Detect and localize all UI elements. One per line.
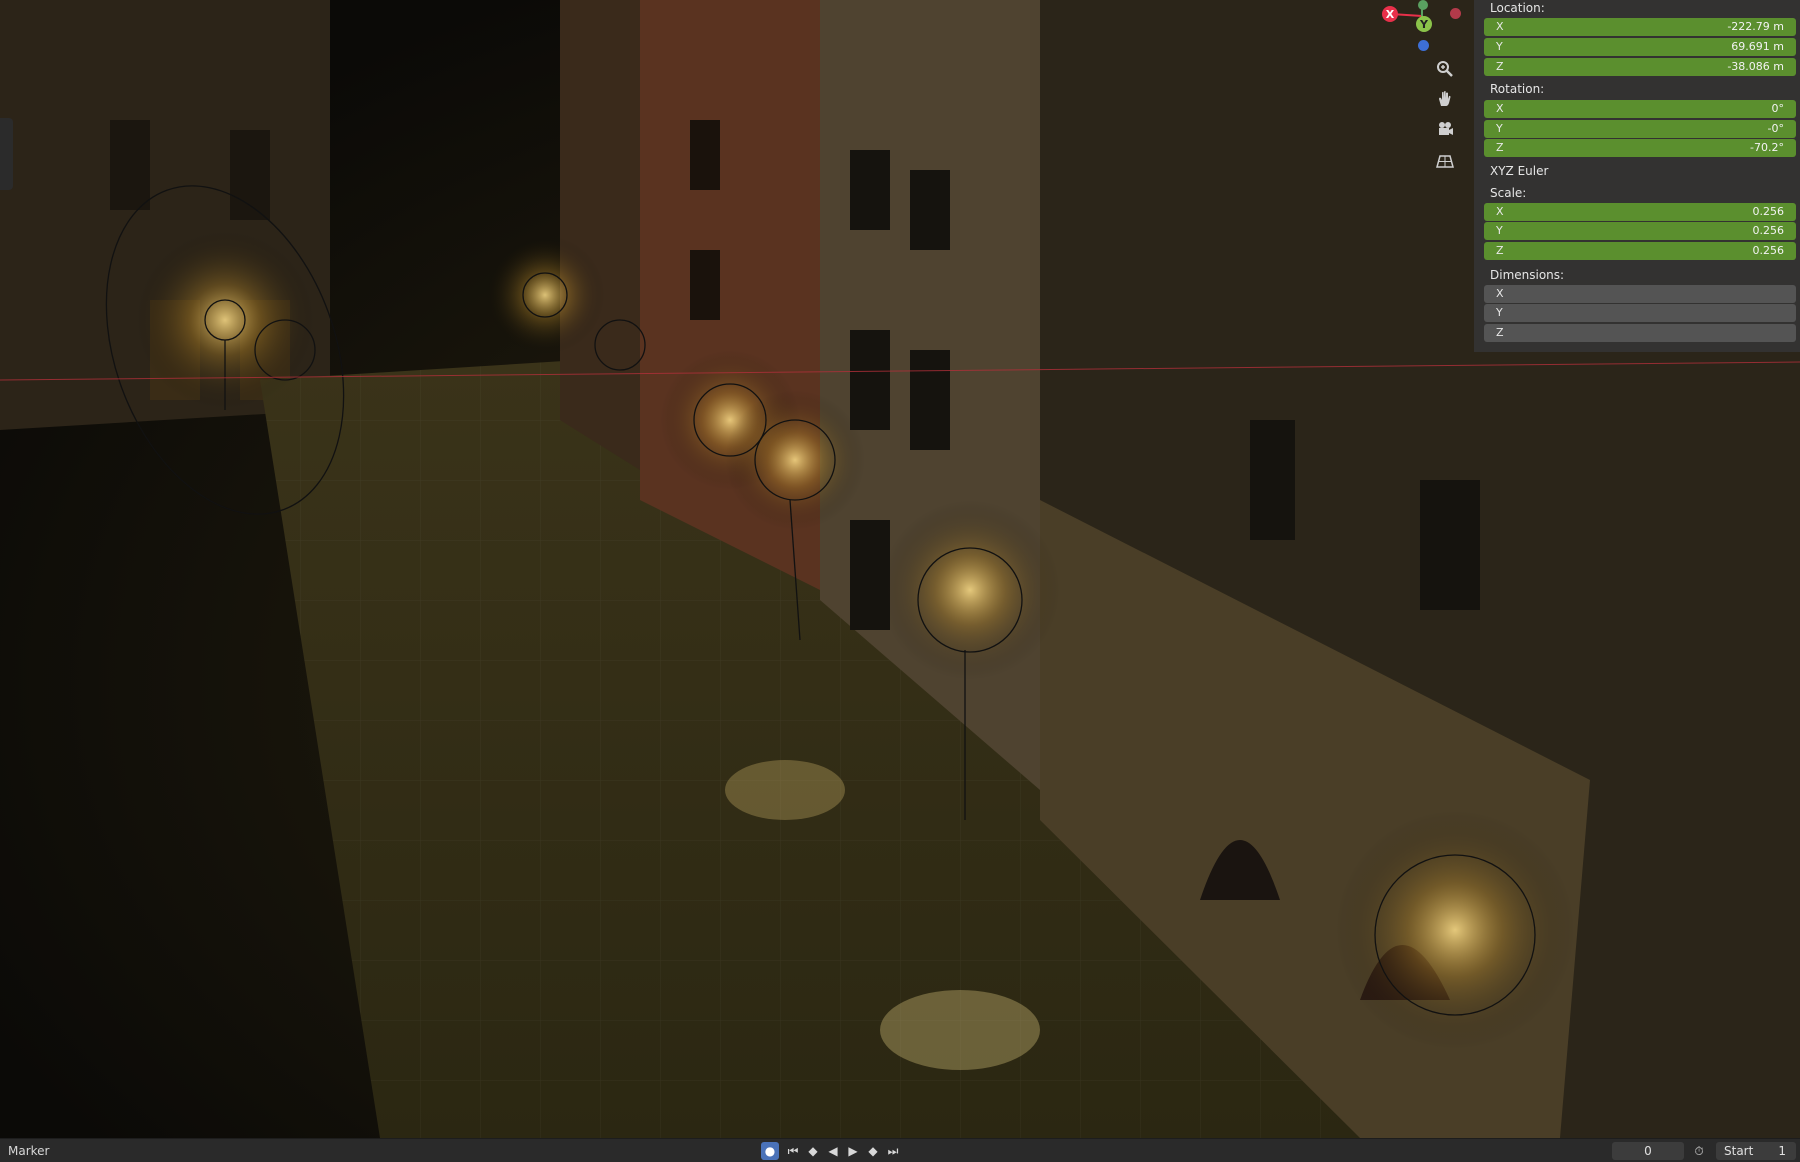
gizmo-z-up-icon[interactable] <box>1418 0 1428 10</box>
timeline-bar: Marker ● ⏮ ◆ ◀ ▶ ◆ ⏭ 0 ⏱ Start 1 <box>0 1138 1800 1162</box>
next-keyframe-icon[interactable]: ◆ <box>864 1142 882 1160</box>
rotation-x-value: 0° <box>1771 102 1785 115</box>
axis-gizmo[interactable]: X Y <box>1378 0 1461 60</box>
axis-label: X <box>1496 102 1504 115</box>
prev-keyframe-icon[interactable]: ◆ <box>804 1142 822 1160</box>
dimensions-x-field[interactable]: X <box>1484 285 1796 303</box>
location-x-value: -222.79 m <box>1727 20 1784 33</box>
dimensions-z-field[interactable]: Z <box>1484 324 1796 342</box>
rotation-z-field[interactable]: Z -70.2° <box>1484 139 1796 157</box>
location-y-value: 69.691 m <box>1731 40 1784 53</box>
gizmo-neg-x-icon[interactable] <box>1450 8 1461 19</box>
location-x-field[interactable]: X -222.79 m <box>1484 18 1796 36</box>
gizmo-y-icon[interactable]: Y <box>1416 16 1432 32</box>
location-z-value: -38.086 m <box>1727 60 1784 73</box>
rotation-y-value: -0° <box>1767 122 1784 135</box>
rotation-label: Rotation: <box>1490 82 1545 96</box>
marker-menu[interactable]: Marker <box>8 1144 49 1158</box>
rotation-x-field[interactable]: X 0° <box>1484 100 1796 118</box>
scale-x-field[interactable]: X 0.256 <box>1484 203 1796 221</box>
axis-label: Z <box>1496 244 1504 257</box>
toolbar-collapse-tab[interactable] <box>0 118 13 190</box>
axis-label: Y <box>1496 122 1503 135</box>
rotation-y-field[interactable]: Y -0° <box>1484 120 1796 138</box>
transform-panel: Location: X -222.79 m Y 69.691 m Z -38.086 … <box>1474 0 1800 352</box>
scale-y-field[interactable]: Y 0.256 <box>1484 222 1796 240</box>
scale-z-field[interactable]: Z 0.256 <box>1484 242 1796 260</box>
jump-start-icon[interactable]: ⏮ <box>784 1142 802 1160</box>
camera-icon[interactable] <box>1432 116 1458 142</box>
scale-x-value: 0.256 <box>1752 205 1785 218</box>
gizmo-x-icon[interactable]: X <box>1382 6 1398 22</box>
axis-label: X <box>1496 287 1504 300</box>
axis-label: Z <box>1496 141 1504 154</box>
axis-label: Y <box>1496 306 1503 319</box>
axis-label: X <box>1496 20 1504 33</box>
rotation-z-value: -70.2° <box>1750 141 1784 154</box>
axis-label: Y <box>1496 224 1503 237</box>
blender-window: X Y Location: X -222.79 m Y 69.691 m Z -38.… <box>0 0 1800 1162</box>
play-reverse-icon[interactable]: ◀ <box>824 1142 842 1160</box>
scale-label: Scale: <box>1490 186 1527 200</box>
play-icon[interactable]: ▶ <box>844 1142 862 1160</box>
axis-label: Z <box>1496 60 1504 73</box>
axis-label: Y <box>1496 40 1503 53</box>
location-label: Location: <box>1490 1 1545 15</box>
record-button[interactable]: ● <box>761 1142 779 1160</box>
rotation-mode-dropdown[interactable]: XYZ Euler <box>1484 162 1796 180</box>
start-frame-field[interactable]: Start 1 <box>1716 1142 1796 1160</box>
stopwatch-icon[interactable]: ⏱ <box>1690 1142 1708 1160</box>
dimensions-label: Dimensions: <box>1490 268 1565 282</box>
zoom-icon[interactable] <box>1432 56 1458 82</box>
location-z-field[interactable]: Z -38.086 m <box>1484 58 1796 76</box>
current-frame-field[interactable]: 0 <box>1612 1142 1684 1160</box>
gizmo-z-icon[interactable] <box>1418 40 1429 51</box>
grid-view-icon[interactable] <box>1432 148 1458 174</box>
location-y-field[interactable]: Y 69.691 m <box>1484 38 1796 56</box>
start-value: 1 <box>1778 1144 1786 1158</box>
scale-y-value: 0.256 <box>1752 224 1785 237</box>
scale-z-value: 0.256 <box>1752 244 1785 257</box>
rotation-mode-value: XYZ Euler <box>1490 164 1549 178</box>
start-label: Start <box>1724 1144 1754 1158</box>
dimensions-y-field[interactable]: Y <box>1484 304 1796 322</box>
jump-end-icon[interactable]: ⏭ <box>884 1142 902 1160</box>
axis-label: X <box>1496 205 1504 218</box>
axis-label: Z <box>1496 326 1504 339</box>
pan-hand-icon[interactable] <box>1432 86 1458 112</box>
